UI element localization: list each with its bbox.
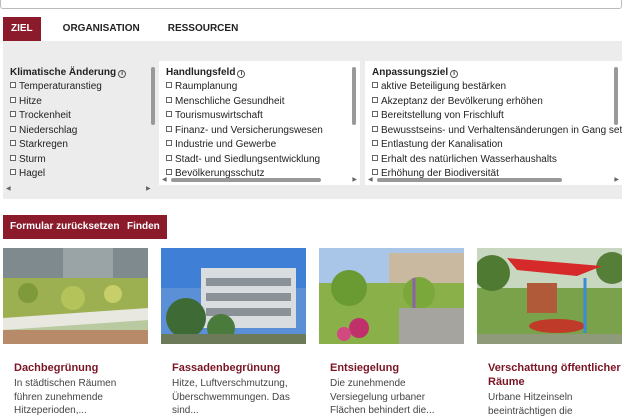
card-title[interactable]: Dachbegrünung (14, 361, 148, 375)
card-image (319, 248, 464, 344)
vertical-scrollbar[interactable] (613, 65, 619, 169)
tab-ziel[interactable]: ZIEL (3, 17, 41, 41)
info-icon[interactable]: i (118, 70, 127, 78)
checkbox[interactable] (10, 154, 16, 161)
horizontal-scrollbar[interactable]: ◀ ▶ (159, 175, 360, 185)
checkbox[interactable] (372, 82, 378, 88)
result-card[interactable]: Entsiegelung Die zunehmende Versiegelung… (319, 248, 464, 418)
checkbox[interactable] (372, 140, 378, 146)
checkbox[interactable] (372, 111, 378, 117)
checkbox[interactable] (10, 111, 16, 117)
checkbox-item[interactable]: Erhalt des natürlichen Wasserhaushalts (372, 153, 622, 168)
checkbox[interactable] (166, 140, 172, 146)
checkbox[interactable] (166, 125, 172, 132)
checkbox-item[interactable]: Starkregen (10, 138, 156, 153)
column-title: Anpassungsziel i (372, 67, 622, 78)
result-card[interactable]: Dachbegrünung In städtischen Räumen führ… (3, 248, 148, 418)
checkbox-item[interactable]: Tourismuswirtschaft (166, 109, 360, 124)
checkbox[interactable] (10, 125, 16, 132)
checkbox[interactable] (10, 82, 16, 88)
checkbox-item[interactable]: Stadt- und Siedlungsentwicklung (166, 153, 360, 168)
card-text: Hitze, Luftverschmutzung, Überschwemmung… (172, 378, 290, 416)
vertical-scrollbar[interactable] (150, 65, 156, 169)
checkbox[interactable] (372, 154, 378, 161)
card-text: Die zunehmende Versiegelung urbaner Fläc… (330, 378, 435, 416)
scroll-left-icon[interactable]: ◀ (6, 186, 11, 192)
card-text: Urbane Hitzeinseln beeinträchtigen die (488, 392, 573, 417)
filter-column-handlungsfeld: Handlungsfeld i Raumplanung Menschliche G… (159, 61, 360, 185)
filter-column-anpassungsziel: Anpassungsziel i aktive Beteiligung bestä… (365, 61, 622, 185)
checkbox-item[interactable]: Hagel (10, 167, 156, 182)
reset-form-button[interactable]: Formular zurücksetzen (3, 215, 127, 239)
card-image (474, 248, 628, 344)
card-image (3, 248, 148, 344)
checkbox-item[interactable]: Menschliche Gesundheit (166, 95, 360, 110)
checkbox-item[interactable]: Industrie und Gewerbe (166, 138, 360, 153)
checkbox-item[interactable]: Sturm (10, 153, 156, 168)
tab-bar: ZIEL ORGANISATION RESSOURCEN (0, 17, 248, 41)
card-title[interactable]: Fassadenbegrünung (172, 361, 306, 375)
card-image (161, 248, 306, 344)
checkbox-item[interactable]: Raumplanung (166, 80, 360, 95)
checkbox[interactable] (166, 154, 172, 161)
checkbox[interactable] (10, 140, 16, 146)
info-icon[interactable]: i (450, 70, 459, 78)
checkbox-item[interactable]: aktive Beteiligung bestärken (372, 80, 622, 95)
info-icon[interactable]: i (237, 70, 246, 78)
card-text: In städtischen Räumen führen zunehmende … (14, 378, 117, 416)
checkbox-item[interactable]: Niederschlag (10, 124, 156, 139)
checkbox[interactable] (10, 96, 16, 103)
tab-organisation[interactable]: ORGANISATION (53, 17, 150, 41)
card-title[interactable]: Verschattung öffentlicher Räume (488, 361, 622, 389)
checkbox[interactable] (372, 96, 378, 103)
checkbox-item[interactable]: Akzeptanz der Bevölkerung erhöhen (372, 95, 622, 110)
filter-column-klima: Klimatische Änderung i Temperaturanstieg … (3, 61, 156, 185)
filter-panel: Klimatische Änderung i Temperaturanstieg … (3, 41, 622, 199)
find-button[interactable]: Finden (120, 215, 167, 239)
checkbox-item[interactable]: Temperaturanstieg (10, 80, 156, 95)
checkbox-item[interactable]: Entlastung der Kanalisation (372, 138, 622, 153)
column-title: Handlungsfeld i (166, 67, 360, 78)
checkbox[interactable] (372, 125, 378, 132)
checkbox[interactable] (166, 111, 172, 117)
vertical-scrollbar[interactable] (351, 65, 357, 169)
column-title: Klimatische Änderung i (10, 67, 156, 78)
result-card[interactable]: Verschattung öffentlicher Räume Urbane H… (474, 248, 628, 418)
checkbox-item[interactable]: Bereitstellung von Frischluft (372, 109, 622, 124)
checkbox[interactable] (10, 169, 16, 175)
checkbox-item[interactable]: Finanz- und Versicherungswesen (166, 124, 360, 139)
checkbox-item[interactable]: Bewusstseins- und Verhaltensänderungen i… (372, 124, 622, 139)
search-input[interactable] (0, 0, 622, 9)
card-title[interactable]: Entsiegelung (330, 361, 464, 375)
scroll-right-icon[interactable]: ▶ (146, 186, 151, 192)
horizontal-scrollbar[interactable]: ◀ ▶ (365, 175, 622, 185)
checkbox-item[interactable]: Trockenheit (10, 109, 156, 124)
checkbox[interactable] (166, 96, 172, 103)
result-card[interactable]: Fassadenbegrünung Hitze, Luftverschmutzu… (161, 248, 306, 418)
tab-ressourcen[interactable]: RESSOURCEN (158, 17, 249, 41)
checkbox-item[interactable]: Hitze (10, 95, 156, 110)
checkbox[interactable] (166, 82, 172, 88)
